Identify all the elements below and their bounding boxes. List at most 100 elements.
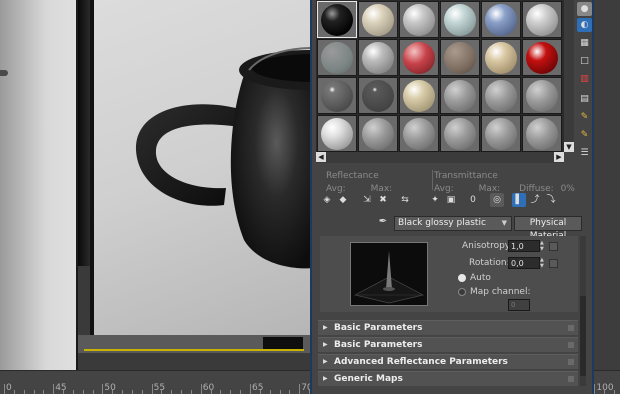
material-sphere-preview	[526, 3, 558, 36]
sample-slot[interactable]	[522, 39, 562, 76]
sample-slot[interactable]	[358, 77, 398, 114]
main-viewport[interactable]	[90, 0, 310, 340]
side-toolbar: ● ◐ ▦ □ ▥ ▤ ✎ ✎ ☰	[576, 0, 594, 170]
ruler-number: 55	[153, 383, 166, 393]
ruler-minor-tick	[240, 390, 242, 394]
get-material-icon[interactable]: ◈	[320, 193, 334, 207]
material-sphere-preview	[321, 117, 353, 150]
sample-slot[interactable]	[481, 77, 521, 114]
ruler-minor-tick	[92, 390, 94, 394]
material-id-icon[interactable]: 0	[466, 193, 480, 207]
material-sphere-preview	[403, 3, 435, 36]
material-sphere-preview	[444, 79, 476, 112]
slots-vertical-scrollbar[interactable]: ▼	[564, 0, 574, 152]
ruler-tick	[102, 384, 104, 394]
ruler-minor-tick	[72, 390, 74, 394]
ruler-minor-tick	[289, 390, 291, 394]
material-sphere-preview	[321, 3, 353, 36]
video-check-icon[interactable]: ▥	[577, 72, 592, 86]
rollout-generic-maps[interactable]: ▶ Generic Maps	[318, 371, 578, 386]
sample-slot[interactable]	[399, 115, 439, 152]
material-type-button[interactable]: Physical Material	[514, 216, 582, 241]
assign-icon[interactable]: ⇲	[360, 193, 374, 207]
show-end-result-icon[interactable]: ▌	[512, 193, 526, 207]
make-copy-icon[interactable]: ⇆	[398, 193, 412, 207]
go-sibling-icon[interactable]: ⤵	[544, 193, 558, 207]
sphere-icon[interactable]: ●	[577, 2, 592, 16]
sample-slot[interactable]	[399, 77, 439, 114]
sample-slot[interactable]	[481, 1, 521, 38]
ruler-minor-tick	[161, 390, 163, 394]
put-library-icon[interactable]: ▣	[444, 193, 458, 207]
eyedropper-icon[interactable]: ✒	[376, 216, 390, 230]
sample-slot[interactable]	[317, 1, 357, 38]
show-map-icon[interactable]: ◎	[490, 193, 504, 207]
sample-slot[interactable]	[317, 77, 357, 114]
auto-radio[interactable]	[458, 274, 466, 282]
rollout-basic-parameters-1[interactable]: ▶ Basic Parameters	[318, 320, 578, 335]
map-channel-spinner[interactable]: 0	[508, 299, 530, 311]
list-options-icon[interactable]: ☰	[577, 146, 592, 160]
sample-slot[interactable]	[358, 1, 398, 38]
material-navigator-icon[interactable]: ✎	[577, 128, 592, 142]
material-name-field[interactable]: Black glossy plastic ▼	[394, 216, 512, 231]
sample-slot[interactable]	[481, 39, 521, 76]
scroll-left-icon[interactable]: ◀	[316, 152, 326, 162]
sample-slot[interactable]	[481, 115, 521, 152]
reset-icon[interactable]: ✖	[376, 193, 390, 207]
material-editor-window: ▼ ◀ ▶ ● ◐ ▦ □ ▥ ▤ ✎ ✎ ☰ Reflectance Avg:…	[310, 0, 594, 394]
sample-slot[interactable]	[317, 115, 357, 152]
anisotropy-map-button[interactable]	[549, 242, 558, 251]
scrollbar-thumb[interactable]	[580, 296, 586, 376]
viewport-bottom-strip	[78, 335, 310, 353]
rotation-spinner[interactable]: 0,0	[508, 257, 540, 269]
sample-slot[interactable]	[440, 1, 480, 38]
sample-slot[interactable]	[317, 39, 357, 76]
sample-slot[interactable]	[522, 115, 562, 152]
ruler-minor-tick	[181, 390, 183, 394]
rollout-title: Basic Parameters	[334, 340, 423, 350]
ruler-tick	[200, 384, 202, 394]
rotation-spin-arrows[interactable]: ▲ ▼	[540, 257, 546, 269]
material-sphere-preview	[444, 3, 476, 36]
ruler-tick	[53, 384, 55, 394]
material-sphere-preview	[362, 3, 394, 36]
parameters-scrollbar[interactable]	[580, 236, 586, 386]
options-icon[interactable]: ▤	[577, 92, 592, 106]
sample-slot[interactable]	[522, 1, 562, 38]
sample-slot[interactable]	[358, 39, 398, 76]
material-sphere-preview	[362, 41, 394, 74]
sample-slot[interactable]	[399, 1, 439, 38]
material-sphere-preview	[526, 79, 558, 112]
rotation-map-button[interactable]	[549, 259, 558, 268]
scroll-right-icon[interactable]: ▶	[554, 152, 564, 162]
ruler-minor-tick	[122, 390, 124, 394]
sample-slot[interactable]	[358, 115, 398, 152]
expand-triangle-icon: ▶	[323, 324, 328, 331]
rollout-basic-parameters-2[interactable]: ▶ Basic Parameters	[318, 337, 578, 352]
rollout-advanced-reflectance[interactable]: ▶ Advanced Reflectance Parameters	[318, 354, 578, 369]
sample-slot[interactable]	[522, 77, 562, 114]
scroll-down-icon[interactable]: ▼	[564, 142, 574, 152]
put-to-scene-icon[interactable]: ◆	[336, 193, 350, 207]
sample-slot[interactable]	[440, 39, 480, 76]
select-by-material-icon[interactable]: ✎	[577, 110, 592, 124]
chevron-down-icon[interactable]: ▼	[502, 217, 507, 230]
anisotropy-label: Anisotropy:	[462, 241, 513, 251]
box-icon[interactable]: □	[577, 54, 592, 68]
slots-horizontal-scrollbar[interactable]: ◀ ▶	[316, 152, 564, 163]
go-parent-icon[interactable]: ⤴	[528, 193, 542, 207]
anisotropy-spinner[interactable]: 1,0	[508, 240, 540, 252]
sample-slot[interactable]	[440, 115, 480, 152]
sample-slot[interactable]	[440, 77, 480, 114]
backlight-icon[interactable]: ◐	[577, 18, 592, 32]
material-sphere-preview	[444, 41, 476, 74]
checker-icon[interactable]: ▦	[577, 36, 592, 50]
divider	[432, 170, 433, 190]
map-channel-radio[interactable]	[458, 288, 466, 296]
left-viewport[interactable]	[0, 0, 78, 378]
unique-icon[interactable]: ✦	[428, 193, 442, 207]
reflectance-info: Reflectance Avg: Max:	[326, 171, 392, 194]
anisotropy-spin-arrows[interactable]: ▲ ▼	[540, 240, 546, 252]
sample-slot[interactable]	[399, 39, 439, 76]
